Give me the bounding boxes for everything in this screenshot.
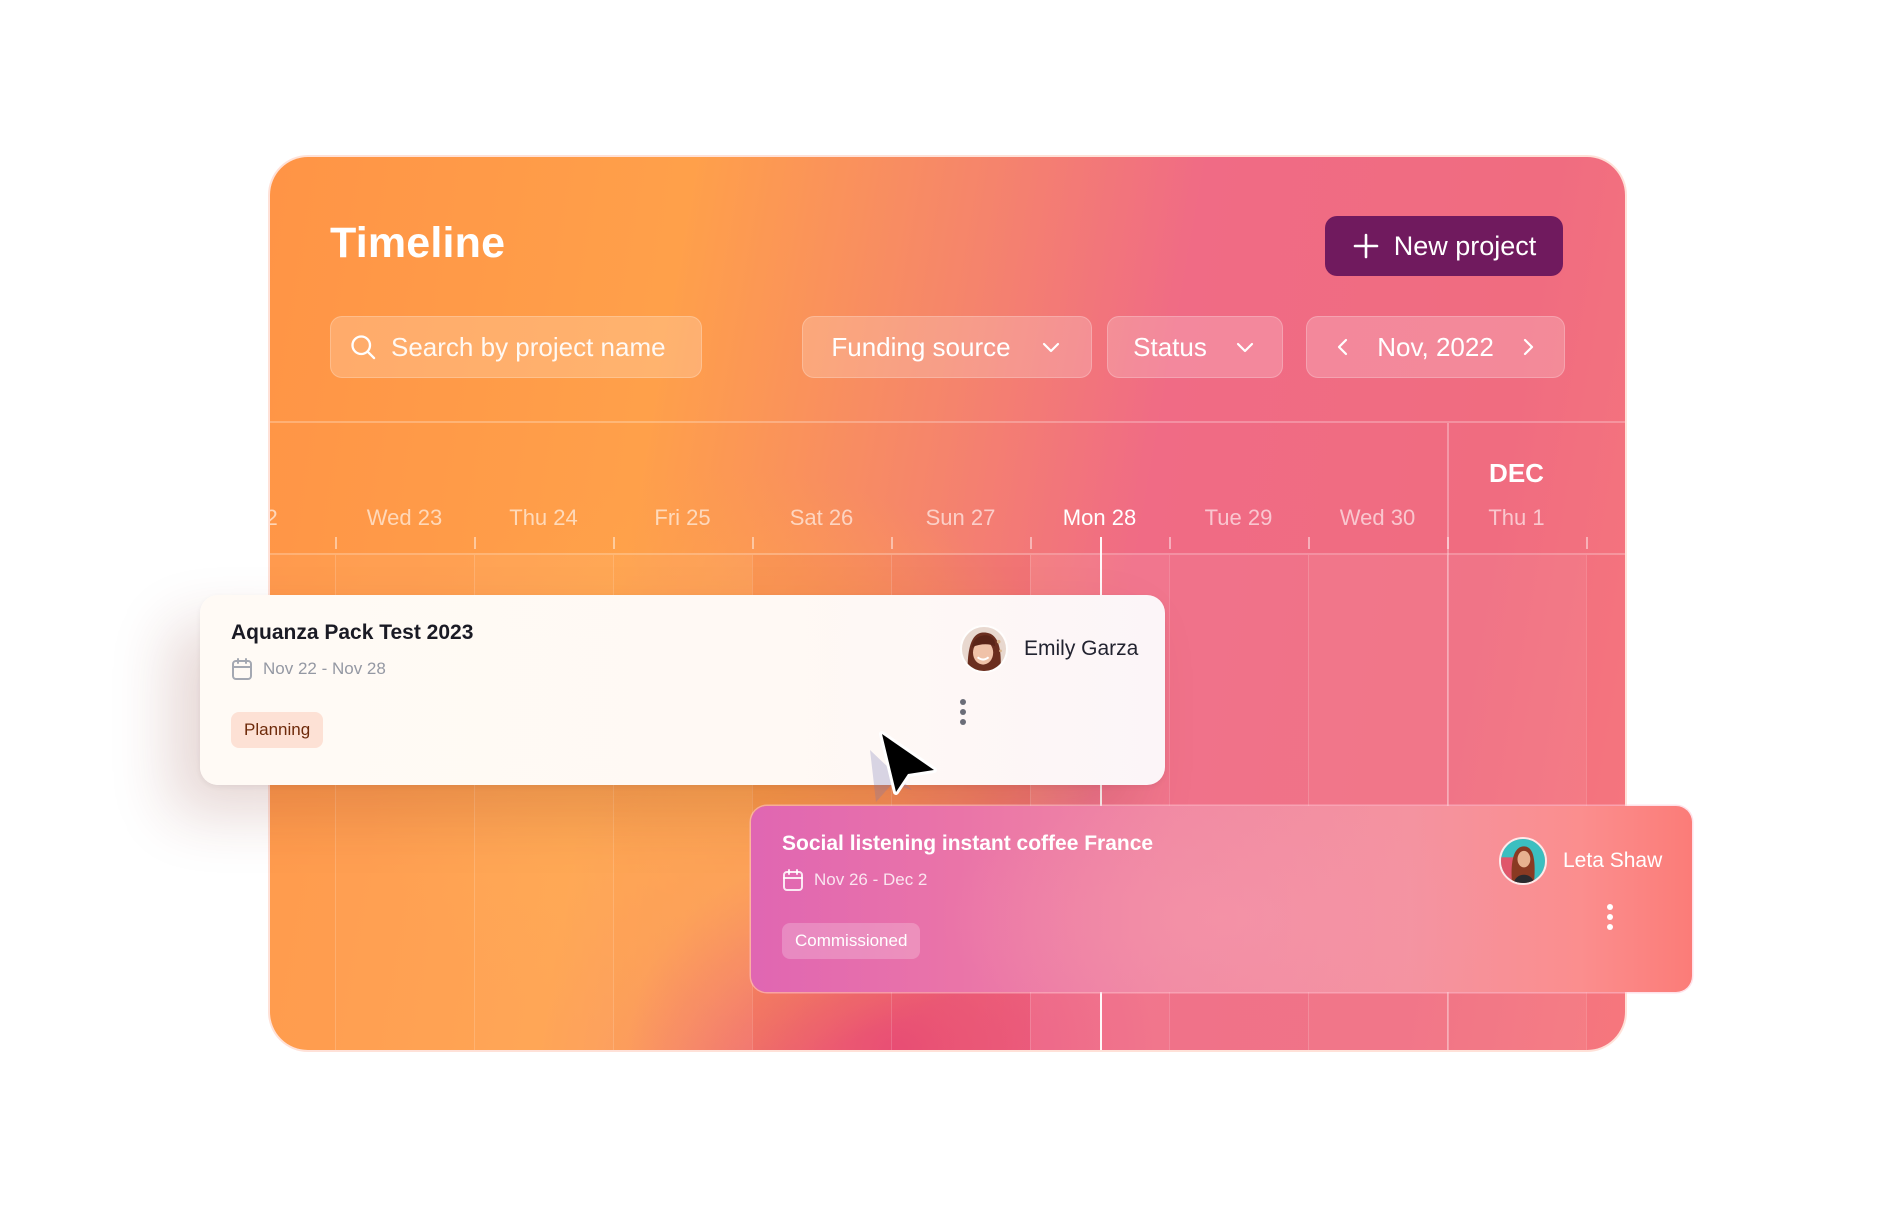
status-dropdown[interactable]: Status: [1107, 316, 1283, 378]
project-date-range: Nov 22 - Nov 28: [263, 659, 386, 678]
project-card[interactable]: Social listening instant coffee France N…: [751, 806, 1692, 992]
search-icon: [351, 335, 376, 360]
day-tick: [1030, 537, 1032, 549]
avatar-emily-garza-image: [962, 627, 1006, 671]
avatar: [1499, 837, 1547, 885]
day-tick: [752, 537, 754, 549]
avatar: [960, 625, 1008, 673]
period-label: Nov, 2022: [1377, 331, 1494, 362]
day-label: Thu 24: [509, 505, 578, 530]
owner-name: Emily Garza: [1024, 637, 1139, 660]
status-label: Status: [1133, 331, 1207, 362]
project-owner: Emily Garza: [960, 625, 1138, 673]
day-tick: [1169, 537, 1171, 549]
header-divider: [270, 421, 1625, 423]
project-title: Social listening instant coffee France: [782, 832, 1154, 855]
chevron-left-icon[interactable]: [1331, 335, 1355, 359]
chevron-down-icon: [1042, 342, 1059, 353]
day-tick: [1586, 537, 1588, 549]
status-badge: Commissioned: [782, 923, 921, 959]
avatar-leta-shaw-image: [1501, 839, 1545, 883]
month-label: DEC: [1489, 458, 1544, 488]
day-label: Mon 28: [1062, 505, 1137, 530]
day-label: 22: [270, 505, 278, 530]
day-tick: [613, 537, 615, 549]
project-owner: Leta Shaw: [1499, 837, 1662, 885]
funding-source-dropdown[interactable]: Funding source: [802, 316, 1092, 378]
project-card[interactable]: Aquanza Pack Test 2023 Nov 22 - Nov 28 P…: [200, 595, 1165, 785]
more-options-icon[interactable]: [955, 697, 971, 727]
day-tick: [1308, 537, 1310, 549]
project-date-range: Nov 26 - Dec 2: [814, 870, 928, 889]
new-project-button[interactable]: New project: [1325, 216, 1563, 276]
new-project-label: New project: [1393, 230, 1537, 261]
page-title: Timeline: [330, 219, 506, 267]
day-label: Wed 23: [366, 505, 443, 530]
chevron-right-icon[interactable]: [1516, 335, 1540, 359]
project-dates: Nov 26 - Dec 2: [782, 868, 927, 892]
day-label: Fri 25: [654, 505, 711, 530]
plus-icon: [1353, 233, 1379, 259]
status-badge: Planning: [231, 712, 324, 748]
day-label: Sat 26: [789, 505, 854, 530]
day-tick: [474, 537, 476, 549]
day-tick: [891, 537, 893, 549]
calendar-icon: [232, 658, 252, 680]
calendar-icon: [783, 869, 803, 891]
day-label: Tue 29: [1204, 505, 1273, 530]
day-label: Sun 27: [925, 505, 996, 530]
project-title: Aquanza Pack Test 2023: [231, 621, 474, 644]
day-label: Thu 1: [1488, 505, 1545, 530]
search-field[interactable]: [330, 316, 702, 378]
project-dates: Nov 22 - Nov 28: [231, 657, 386, 681]
search-input[interactable]: [389, 330, 683, 364]
funding-source-label: Funding source: [831, 331, 1011, 362]
owner-name: Leta Shaw: [1563, 849, 1663, 872]
day-tick: [335, 537, 337, 549]
period-navigator: Nov, 2022: [1306, 316, 1565, 378]
more-options-icon[interactable]: [1602, 902, 1618, 932]
day-label: Wed 30: [1339, 505, 1416, 530]
chevron-down-icon: [1236, 342, 1253, 353]
